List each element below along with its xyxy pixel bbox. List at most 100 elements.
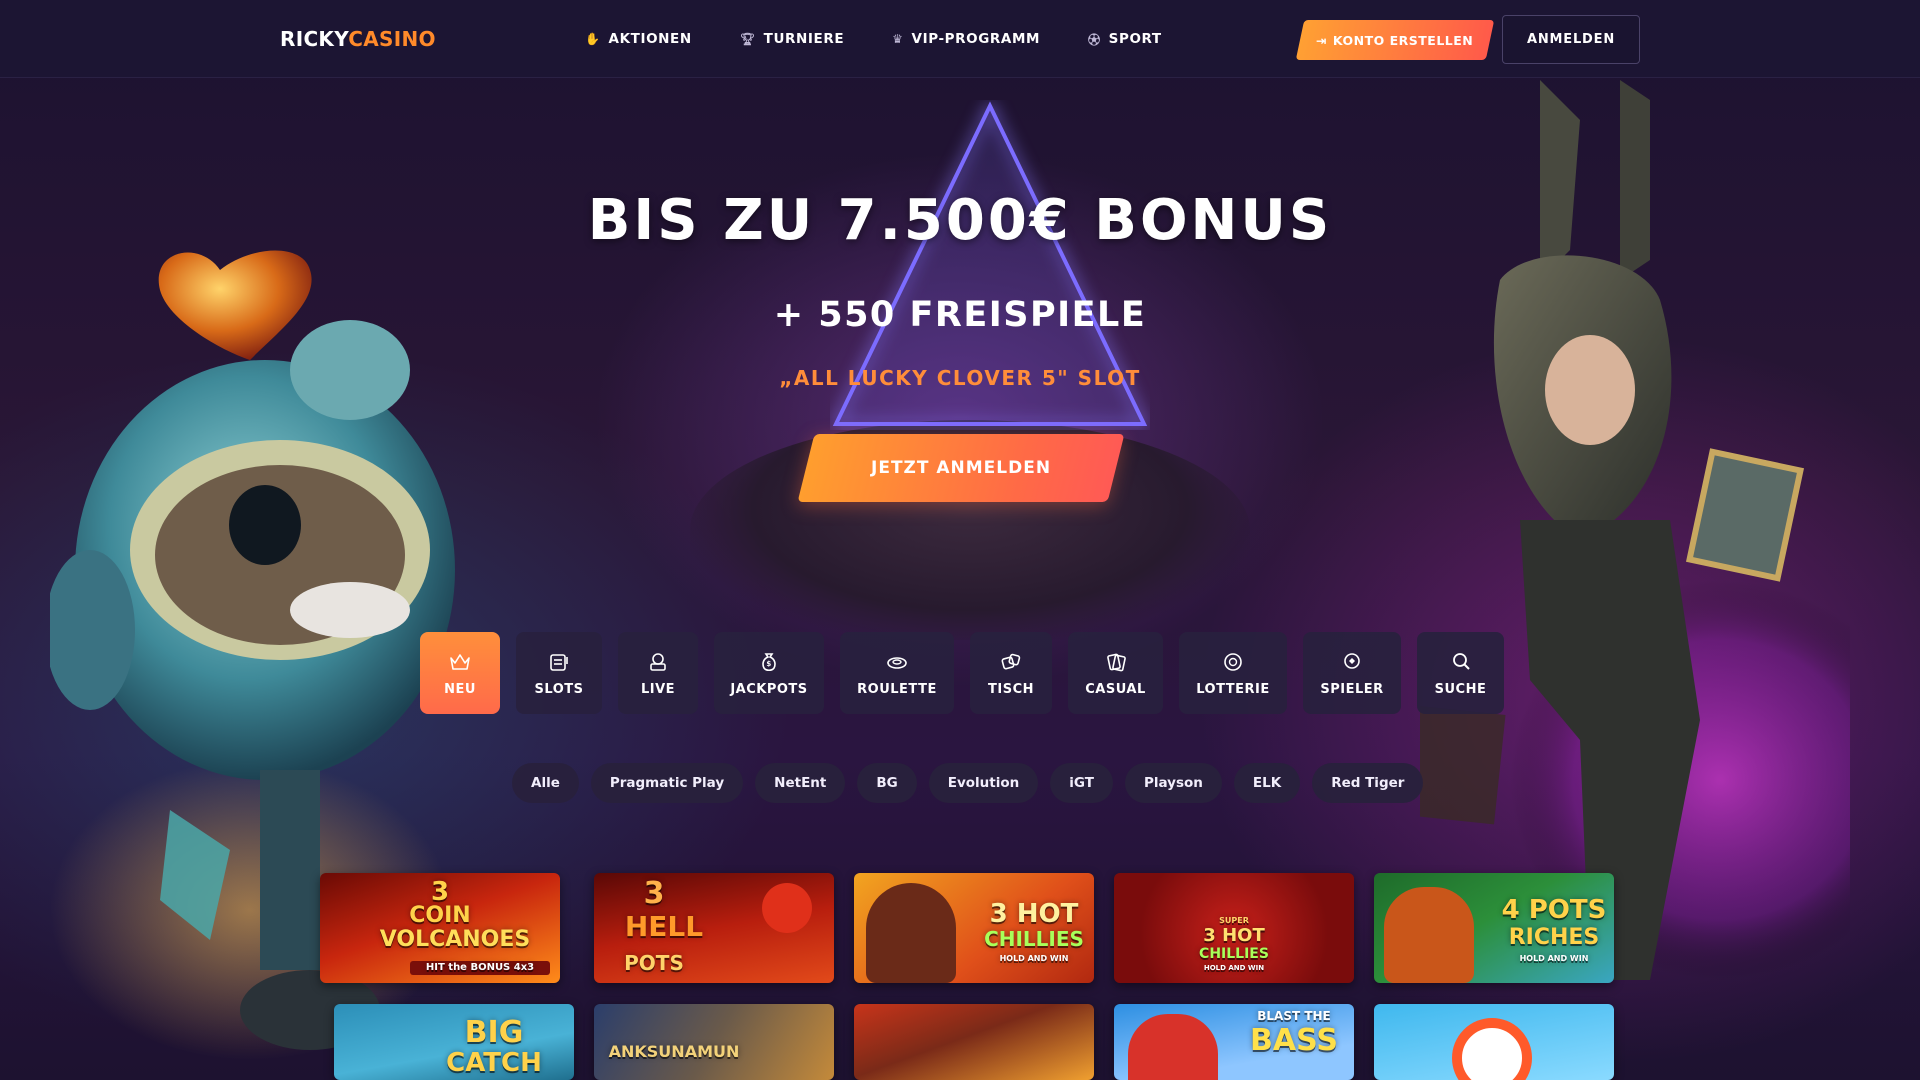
game-title-line: 3 <box>643 876 665 911</box>
brand-logo-part2: CASINO <box>348 27 436 51</box>
game-tile[interactable]: 3 HOT CHILLIES HOLD AND WIN <box>854 873 1094 983</box>
provider-filter: Alle Pragmatic Play NetEnt BG Evolution … <box>512 763 1424 803</box>
provider-chip-bg[interactable]: BG <box>857 763 917 803</box>
hero-slot-name: „ALL LUCKY CLOVER 5" SLOT <box>779 366 1141 390</box>
hero-subtitle: + 550 FREISPIELE <box>773 295 1147 335</box>
category-neu[interactable]: NEU <box>420 632 500 714</box>
category-label: TISCH <box>988 681 1034 697</box>
game-title-line: COIN <box>409 903 471 928</box>
game-title-line: CATCH <box>446 1048 542 1078</box>
category-lotterie[interactable]: LOTTERIE <box>1179 632 1287 714</box>
cards-icon <box>1106 653 1126 671</box>
nav-item-label: VIP-PROGRAMM <box>911 31 1041 47</box>
nav-item-label: SPORT <box>1108 31 1162 47</box>
game-tile[interactable]: BLAST THE BASS <box>1114 1004 1354 1080</box>
lottery-ball-icon <box>1224 652 1242 671</box>
player-icon <box>1344 652 1360 669</box>
category-roulette[interactable]: ROULETTE <box>840 632 954 714</box>
game-title-line: BLAST THE <box>1257 1009 1331 1023</box>
provider-chip-playson[interactable]: Playson <box>1124 763 1222 803</box>
search-icon <box>1452 652 1470 670</box>
provider-chip-alle[interactable]: Alle <box>512 763 579 803</box>
category-label: SPIELER <box>1320 681 1384 697</box>
nav-item-vip-programm[interactable]: ♛ VIP-PROGRAMM <box>892 31 1040 47</box>
game-tile[interactable]: SUPER 3 HOT CHILLIES HOLD AND WIN <box>1114 873 1354 983</box>
trophy-icon: 🏆︎ <box>739 32 756 46</box>
provider-chip-evolution[interactable]: Evolution <box>928 763 1039 803</box>
slot-machine-icon <box>550 653 568 671</box>
game-title-line: BIG <box>464 1015 524 1050</box>
category-slots[interactable]: SLOTS <box>516 632 602 714</box>
provider-chip-red-tiger[interactable]: Red Tiger <box>1312 763 1424 803</box>
provider-chip-netent[interactable]: NetEnt <box>755 763 846 803</box>
game-title-line: SUPER <box>1219 916 1249 925</box>
crown-icon: ♛ <box>892 32 904 46</box>
category-label: ROULETTE <box>857 681 937 697</box>
devil-figure <box>762 883 812 933</box>
money-bag-icon: $ <box>762 652 776 671</box>
fruit-wheel-figure <box>1452 1018 1532 1080</box>
game-title-line: BASS <box>1250 1023 1338 1058</box>
login-arrow-icon: ⇥ <box>1316 32 1328 48</box>
game-subtitle: HOLD AND WIN <box>999 954 1069 963</box>
category-label: SUCHE <box>1434 681 1487 697</box>
crown-icon <box>450 653 470 670</box>
login-button[interactable]: ANMELDEN <box>1502 15 1640 64</box>
game-tile[interactable] <box>854 1004 1094 1080</box>
create-account-label: KONTO ERSTELLEN <box>1333 32 1474 48</box>
brand-logo-part1: RICKY <box>280 27 349 51</box>
category-label: NEU <box>444 681 476 697</box>
game-tile[interactable]: 3 HELL POTS <box>594 873 834 983</box>
create-account-button[interactable]: ⇥ KONTO ERSTELLEN <box>1295 20 1495 60</box>
game-title-line: RICHES <box>1508 925 1600 950</box>
category-label: JACKPOTS <box>730 681 808 697</box>
game-subtitle: HIT the BONUS 4x3 <box>410 961 550 975</box>
game-title-line: 3 HOT <box>1203 925 1265 946</box>
nav-item-label: TURNIERE <box>763 31 845 47</box>
hand-icon: ✋ <box>585 32 601 46</box>
game-tile[interactable]: 4 POTS RICHES HOLD AND WIN <box>1374 873 1614 983</box>
live-icon <box>650 652 666 671</box>
provider-chip-pragmatic-play[interactable]: Pragmatic Play <box>590 763 744 803</box>
svg-text:$: $ <box>766 660 771 668</box>
brand-logo[interactable]: RICKYCASINO <box>280 27 436 51</box>
hero-title: BIS ZU 7.500€ BONUS <box>587 188 1333 253</box>
game-title-line: 4 POTS <box>1501 895 1607 925</box>
category-casual[interactable]: CASUAL <box>1068 632 1163 714</box>
category-label: LIVE <box>640 681 676 697</box>
dice-icon <box>1001 653 1021 669</box>
game-title-line: CHILLIES <box>1199 946 1269 962</box>
game-tile[interactable]: ANKSUNAMUN <box>594 1004 834 1080</box>
game-title-line: 3 <box>430 877 450 907</box>
nav-item-label: AKTIONEN <box>608 31 692 47</box>
game-tile[interactable] <box>1374 1004 1614 1080</box>
signup-cta-button[interactable]: JETZT ANMELDEN <box>797 434 1125 502</box>
category-label: SLOTS <box>534 681 584 697</box>
game-tile[interactable]: BIG CATCH <box>334 1004 574 1080</box>
ball-icon: ⚽︎ <box>1088 32 1101 47</box>
category-bar: NEU SLOTS LIVE $ JACKPOTS ROULETTE TISCH… <box>420 632 1504 714</box>
nav-item-aktionen[interactable]: ✋ AKTIONEN <box>585 31 692 47</box>
game-title-line: HELL <box>624 910 704 943</box>
category-suche[interactable]: SUCHE <box>1417 632 1504 714</box>
game-title-line: VOLCANOES <box>379 927 531 952</box>
game-subtitle: HOLD AND WIN <box>1203 964 1265 972</box>
game-title-line: POTS <box>624 951 684 975</box>
category-spieler[interactable]: SPIELER <box>1303 632 1401 714</box>
category-jackpots[interactable]: $ JACKPOTS <box>714 632 824 714</box>
category-tisch[interactable]: TISCH <box>970 632 1052 714</box>
game-title-line: ANKSUNAMUN <box>608 1042 740 1061</box>
game-title-line: 3 HOT <box>989 899 1079 929</box>
nav-item-turniere[interactable]: 🏆︎ TURNIERE <box>740 31 844 47</box>
signup-cta-label: JETZT ANMELDEN <box>870 458 1052 478</box>
nav-item-sport[interactable]: ⚽︎ SPORT <box>1088 31 1162 48</box>
provider-chip-elk[interactable]: ELK <box>1233 763 1301 803</box>
category-label: LOTTERIE <box>1196 681 1270 697</box>
game-tile[interactable]: 3 COIN VOLCANOES HIT the BONUS 4x3 <box>320 873 560 983</box>
main-nav: ✋ AKTIONEN 🏆︎ TURNIERE ♛ VIP-PROGRAMM ⚽︎… <box>585 0 1210 78</box>
category-live[interactable]: LIVE <box>618 632 698 714</box>
category-label: CASUAL <box>1085 681 1146 697</box>
game-title-line: CHILLIES <box>984 927 1084 951</box>
provider-chip-igt[interactable]: iGT <box>1050 763 1113 803</box>
top-header: RICKYCASINO ✋ AKTIONEN 🏆︎ TURNIERE ♛ VIP… <box>0 0 1920 78</box>
